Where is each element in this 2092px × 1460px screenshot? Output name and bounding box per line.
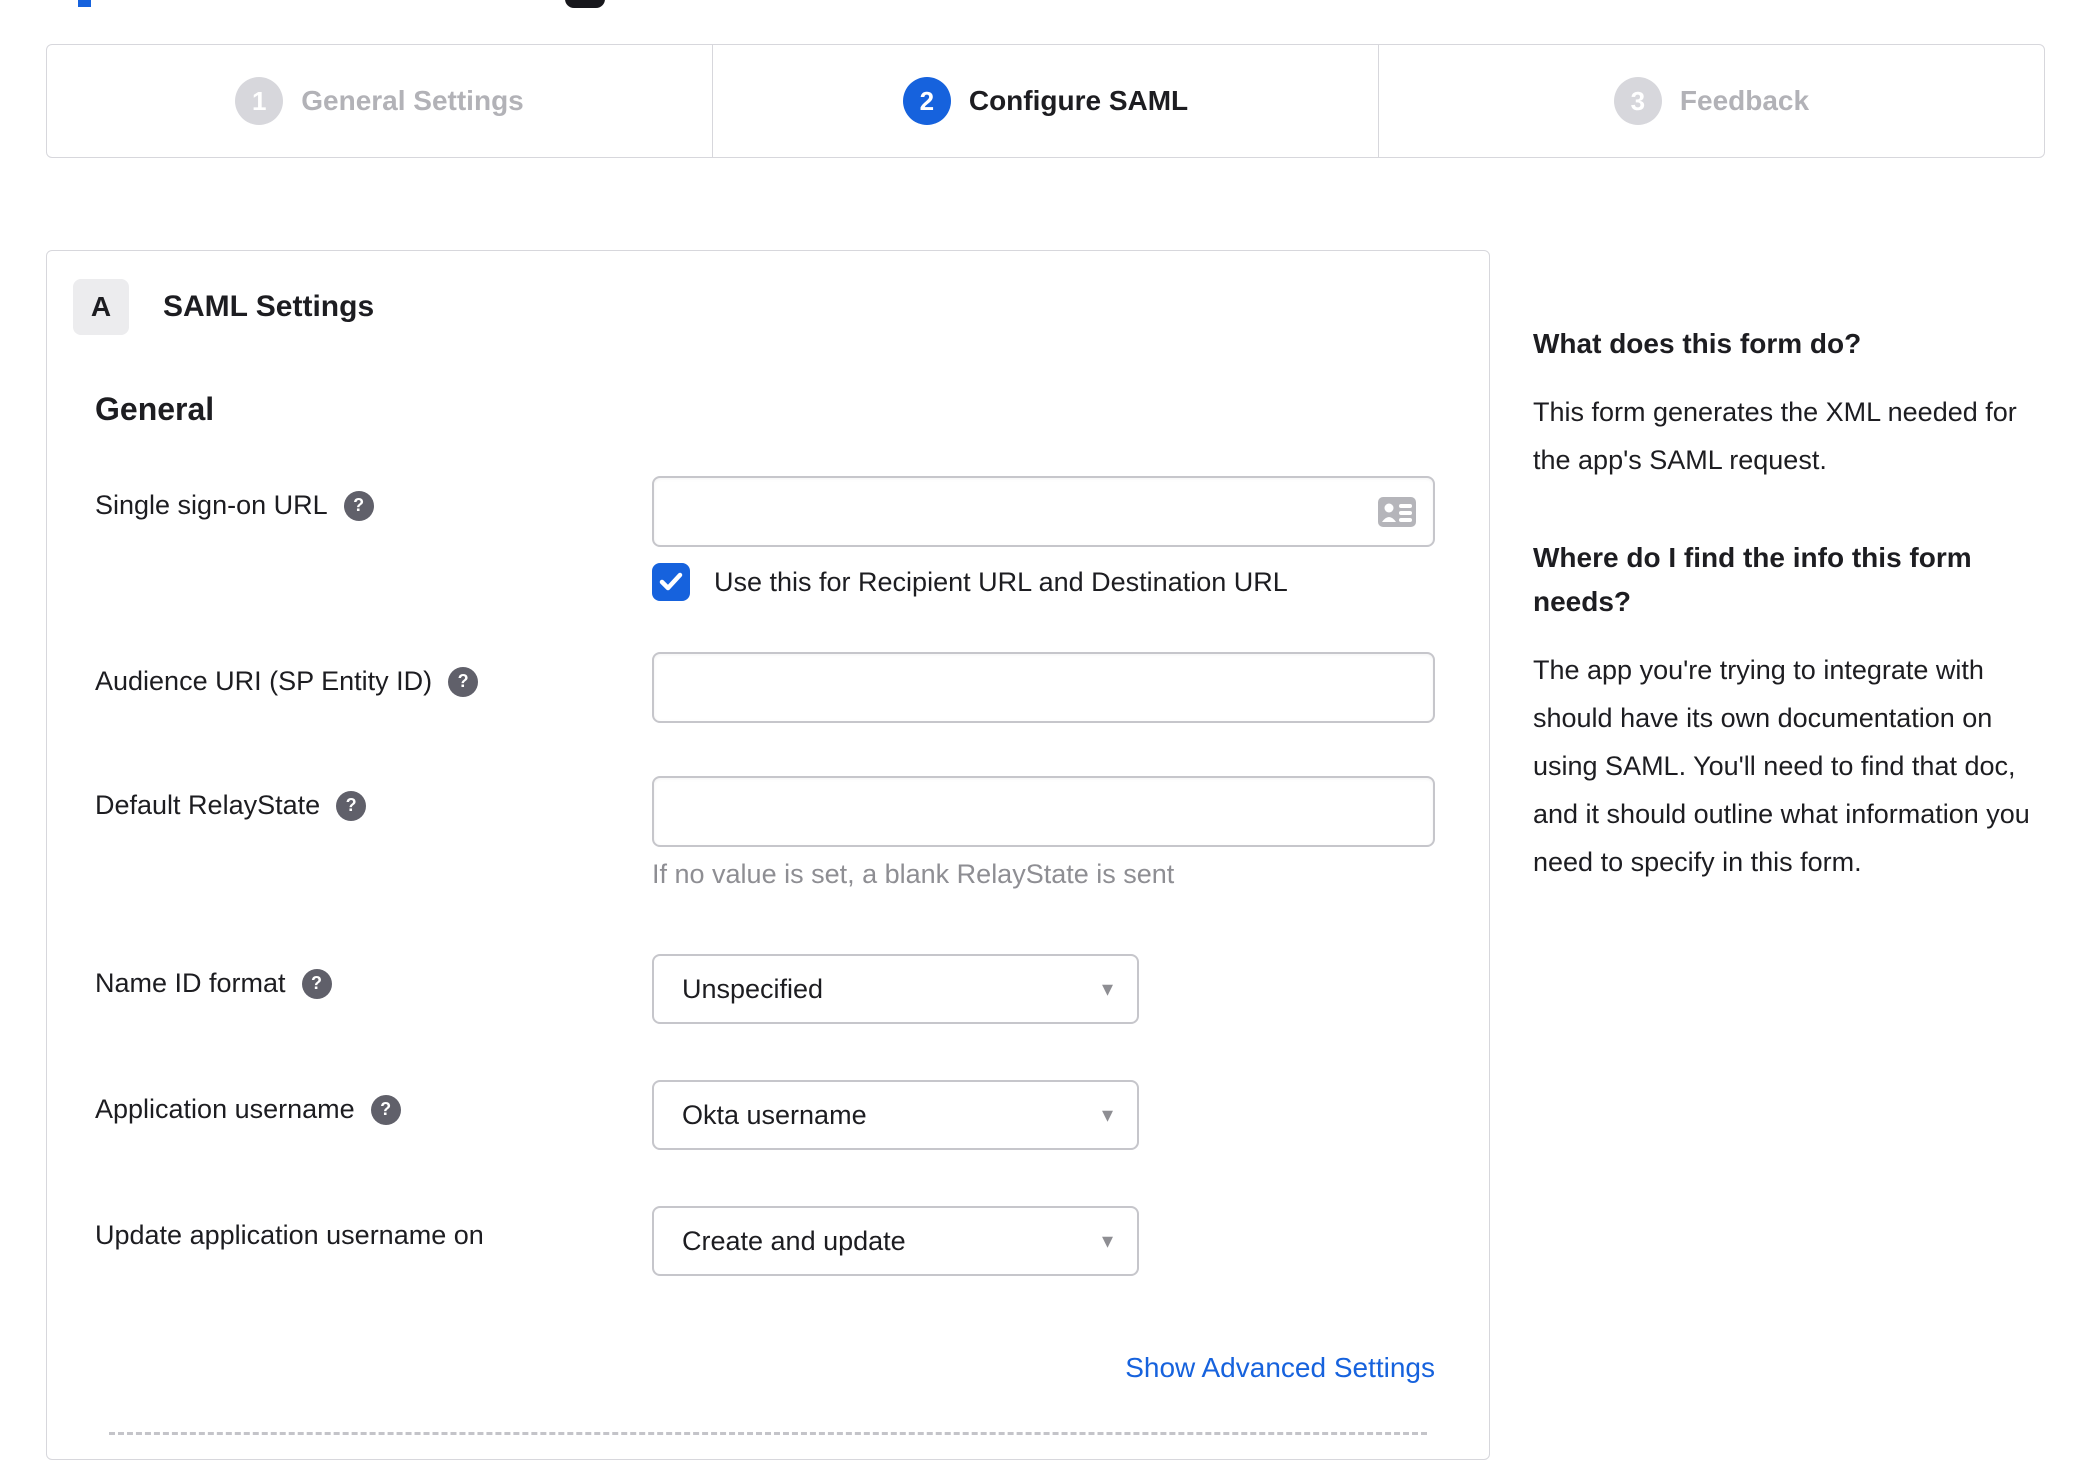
default-relaystate-input-wrapper — [652, 776, 1435, 847]
caret-down-icon: ▾ — [1101, 1228, 1113, 1253]
application-username-row: Application username ? Okta username ▾ — [95, 1080, 1441, 1150]
audience-uri-label: Audience URI (SP Entity ID) — [95, 666, 433, 696]
recipient-url-checkbox-label[interactable]: Use this for Recipient URL and Destinati… — [714, 567, 1288, 598]
default-relaystate-input[interactable] — [654, 778, 1433, 845]
step-1-number-badge: 1 — [235, 77, 284, 125]
help-body-what: This form generates the XML needed for t… — [1533, 397, 2017, 475]
wizard-step-configure-saml[interactable]: 2 Configure SAML — [712, 45, 1378, 157]
step-1-label: General Settings — [301, 85, 524, 116]
audience-uri-input[interactable] — [654, 654, 1433, 721]
audience-uri-row: Audience URI (SP Entity ID) ? — [95, 652, 1441, 723]
update-app-username-select[interactable]: Create and update ▾ — [652, 1206, 1139, 1276]
caret-down-icon: ▾ — [1101, 1102, 1113, 1127]
help-sidebar: What does this form do? This form genera… — [1533, 322, 2045, 886]
sso-url-input[interactable] — [654, 478, 1433, 545]
audience-uri-input-wrapper — [652, 652, 1435, 723]
audience-uri-help-icon[interactable]: ? — [448, 666, 479, 697]
name-id-format-select[interactable]: Unspecified ▾ — [652, 954, 1139, 1024]
recipient-url-checkbox[interactable] — [652, 563, 690, 601]
show-advanced-settings-link[interactable]: Show Advanced Settings — [1125, 1352, 1435, 1383]
advanced-settings-link-row: Show Advanced Settings — [95, 1352, 1435, 1384]
step-2-label: Configure SAML — [968, 85, 1189, 116]
sso-url-label: Single sign-on URL — [95, 490, 328, 520]
recipient-url-checkbox-row: Use this for Recipient URL and Destinati… — [652, 563, 1441, 601]
section-letter-badge: A — [73, 279, 129, 335]
name-id-format-label: Name ID format — [95, 968, 286, 998]
application-username-select[interactable]: Okta username ▾ — [652, 1080, 1139, 1150]
application-username-help-icon[interactable]: ? — [370, 1094, 401, 1125]
update-app-username-row: Update application username on Create an… — [95, 1206, 1441, 1276]
application-username-label: Application username — [95, 1094, 355, 1124]
contact-card-icon[interactable] — [1377, 496, 1417, 528]
update-app-username-label: Update application username on — [95, 1220, 484, 1250]
name-id-format-value: Unspecified — [682, 973, 824, 1004]
section-title: SAML Settings — [163, 290, 375, 323]
saml-settings-panel: A SAML Settings General Single sign-on U… — [46, 250, 1490, 1460]
sso-url-row: Single sign-on URL ? Use this for Recipi… — [95, 476, 1441, 601]
sso-url-input-wrapper — [652, 476, 1435, 547]
help-body-where: The app you're trying to integrate with … — [1533, 655, 2030, 877]
cropped-dark-fragment — [565, 0, 605, 8]
wizard-step-general-settings[interactable]: 1 General Settings — [47, 45, 712, 157]
step-2-number-badge: 2 — [902, 77, 951, 125]
help-heading-where: Where do I find the info this form needs… — [1533, 542, 1972, 617]
caret-down-icon: ▾ — [1101, 976, 1113, 1001]
default-relaystate-helper-text: If no value is set, a blank RelayState i… — [652, 859, 1175, 889]
default-relaystate-label: Default RelayState — [95, 790, 321, 820]
name-id-format-help-icon[interactable]: ? — [301, 968, 332, 999]
general-group-heading: General — [95, 391, 215, 427]
saml-settings-header: A SAML Settings — [73, 279, 1489, 335]
default-relaystate-help-icon[interactable]: ? — [336, 790, 367, 821]
wizard-step-bar: 1 General Settings 2 Configure SAML 3 Fe… — [46, 44, 2045, 158]
step-3-number-badge: 3 — [1613, 77, 1662, 125]
name-id-format-row: Name ID format ? Unspecified ▾ — [95, 954, 1441, 1024]
sso-url-help-icon[interactable]: ? — [343, 490, 374, 521]
update-app-username-value: Create and update — [682, 1225, 906, 1256]
default-relaystate-row: Default RelayState ? If no value is set,… — [95, 776, 1441, 890]
panel-bottom-divider — [109, 1432, 1427, 1435]
help-heading-what: What does this form do? — [1533, 328, 1862, 359]
help-block-what: What does this form do? This form genera… — [1533, 322, 2045, 484]
wizard-step-feedback[interactable]: 3 Feedback — [1378, 45, 2044, 157]
cropped-blue-fragment — [78, 0, 91, 7]
application-username-value: Okta username — [682, 1099, 867, 1130]
help-block-where: Where do I find the info this form needs… — [1533, 536, 2045, 886]
saml-settings-form: Single sign-on URL ? Use this for Recipi… — [95, 476, 1441, 1435]
step-3-label: Feedback — [1679, 85, 1810, 116]
